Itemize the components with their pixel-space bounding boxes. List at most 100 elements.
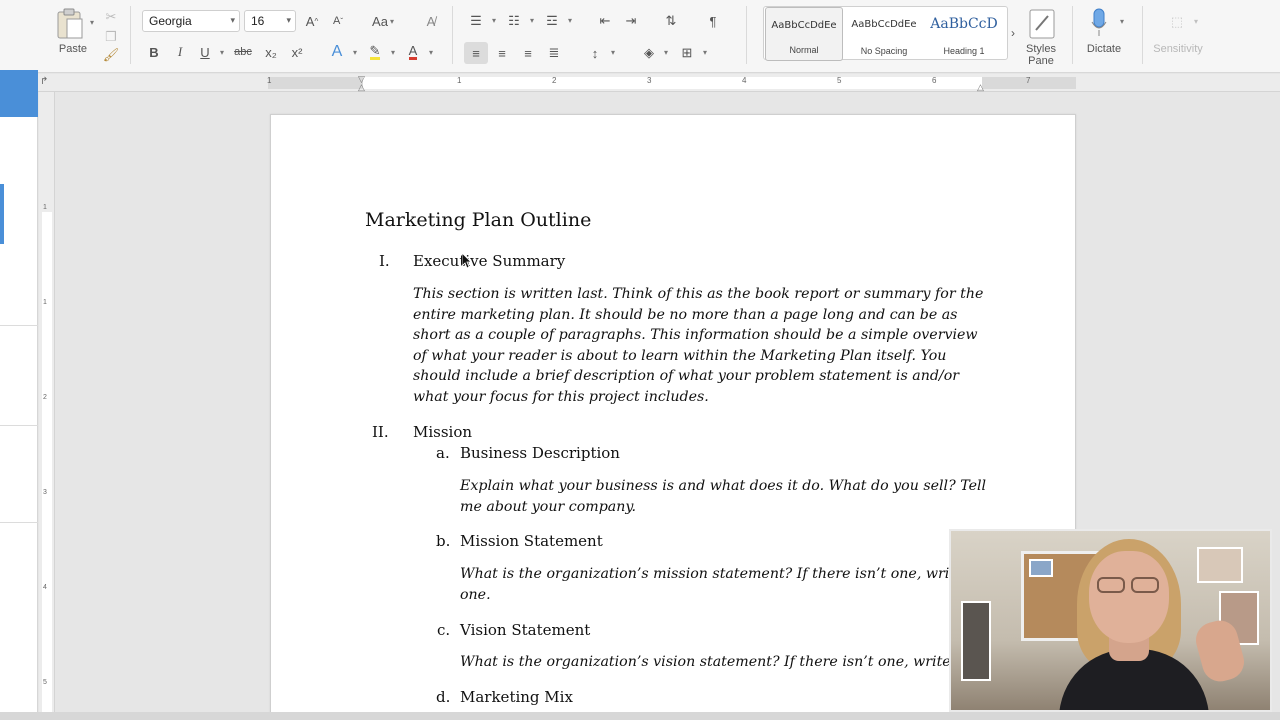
photo <box>1197 547 1243 583</box>
ruler-number: 4 <box>742 76 747 85</box>
chevron-right-icon[interactable]: › <box>1007 24 1019 42</box>
style-preview: AaBbCcDdEe <box>851 19 917 30</box>
chevron-down-icon[interactable]: ▾ <box>568 16 572 25</box>
paste-dropdown-icon[interactable]: ▾ <box>90 18 94 27</box>
left-sidebar <box>0 70 38 720</box>
justify-icon[interactable]: ≣ <box>543 42 565 64</box>
right-indent-marker[interactable]: △ <box>977 82 984 93</box>
bold-button[interactable]: B <box>144 42 164 62</box>
text-effects-icon[interactable]: A <box>326 42 348 62</box>
paragraph-line: This section is written last. Think of t… <box>413 286 984 302</box>
styles-pane-icon[interactable] <box>1026 7 1058 41</box>
sort-icon[interactable]: ⇅ <box>660 11 682 31</box>
person-face <box>1089 551 1169 643</box>
sidebar-selected-block[interactable] <box>0 70 38 117</box>
divider <box>746 6 747 64</box>
decrease-indent-icon[interactable]: ⇤ <box>594 11 616 31</box>
align-center-icon[interactable]: ≡ <box>491 42 513 64</box>
chevron-down-icon[interactable]: ▾ <box>220 48 224 57</box>
change-case-icon[interactable]: Aa ▾ <box>366 11 400 31</box>
font-color-icon[interactable]: A <box>402 42 424 62</box>
align-right-icon[interactable]: ≡ <box>517 42 539 64</box>
borders-icon[interactable]: ⊞ <box>676 42 698 64</box>
font-size-select[interactable]: 16 ▾ <box>244 10 296 32</box>
chevron-down-icon[interactable]: ▾ <box>492 16 496 25</box>
divider <box>1142 6 1143 64</box>
chevron-down-icon[interactable]: ▾ <box>391 48 395 57</box>
chevron-down-icon[interactable]: ▾ <box>530 16 534 25</box>
cut-icon[interactable]: ✂ <box>102 8 120 26</box>
subsection-letter: a. <box>436 444 450 462</box>
divider <box>130 6 131 64</box>
font-name-select[interactable]: Georgia ▾ <box>142 10 240 32</box>
chevron-down-icon[interactable]: ▾ <box>1120 17 1124 26</box>
chevron-down-icon[interactable]: ▾ <box>611 48 615 57</box>
subsection-paragraph: What is the organization’s mission state… <box>460 564 1020 605</box>
word-window: ▾ Paste ✂ ❐ 🖌 Georgia ▾ 16 ▾ A ^ Aˇ Aa ▾ A̸ … <box>0 0 1280 720</box>
chevron-down-icon[interactable]: ▾ <box>429 48 433 57</box>
format-painter-icon[interactable]: 🖌 <box>102 46 120 64</box>
microphone-icon[interactable] <box>1088 7 1110 39</box>
divider <box>1072 6 1073 64</box>
paste-icon[interactable] <box>54 6 86 42</box>
webcam-overlay <box>949 529 1272 712</box>
ruler-number: 7 <box>1026 76 1031 85</box>
highlight-icon[interactable]: ✎ <box>364 42 386 62</box>
bullets-icon[interactable]: ☰ <box>464 11 488 31</box>
line-spacing-icon[interactable]: ↕ <box>584 42 606 64</box>
multilevel-list-icon[interactable]: ☲ <box>540 11 564 31</box>
italic-button[interactable]: I <box>170 42 190 62</box>
chevron-down-icon[interactable]: ▾ <box>703 48 707 57</box>
shading-icon[interactable]: ◈ <box>638 42 660 64</box>
vruler-number: 3 <box>43 489 47 496</box>
mouse-cursor-icon <box>461 252 472 272</box>
ruler-white-area <box>268 77 1076 89</box>
subsection-letter: d. <box>436 688 451 706</box>
vruler-number: 5 <box>43 679 47 686</box>
paragraph-line: short as a couple of paragraphs. This in… <box>413 327 978 344</box>
chevron-down-icon: ▾ <box>230 15 235 25</box>
style-no-spacing[interactable]: AaBbCcDdEe No Spacing <box>845 7 923 61</box>
subsection-paragraph: Explain what your business is and what d… <box>460 476 1020 517</box>
paragraph-line: What is the organization’s vision statem… <box>460 654 964 670</box>
copy-icon[interactable]: ❐ <box>102 28 120 46</box>
shrink-font-icon[interactable]: Aˇ <box>328 11 348 31</box>
section-numeral: II. <box>372 423 389 441</box>
tab-selector-icon[interactable]: ↱ <box>40 76 48 87</box>
grow-font-icon[interactable]: A ^ <box>302 11 322 31</box>
styles-pane-label: Styles Pane <box>1026 43 1056 67</box>
paragraph-line: of what your reader is about to learn wi… <box>413 347 947 364</box>
style-heading-1[interactable]: AaBbCcD Heading 1 <box>925 7 1003 61</box>
subsection-letter: b. <box>436 532 451 550</box>
subsection-heading: Business Description <box>460 444 620 462</box>
status-bar <box>0 712 1280 720</box>
superscript-button[interactable]: x² <box>287 42 307 62</box>
chevron-down-icon[interactable]: ▾ <box>664 48 668 57</box>
paragraph-line: Explain what your business is and what d… <box>460 478 987 494</box>
style-normal[interactable]: AaBbCcDdEe Normal <box>765 7 843 61</box>
document-title: Marketing Plan Outline <box>365 209 592 231</box>
sensitivity-icon[interactable]: ⬚ <box>1164 8 1190 36</box>
show-formatting-icon[interactable]: ¶ <box>702 11 724 31</box>
vruler-number: 1 <box>43 299 47 306</box>
section-heading: Mission <box>413 423 473 441</box>
align-left-icon[interactable]: ≡ <box>464 42 488 64</box>
font-size-value: 16 <box>251 14 265 28</box>
ruler-left-margin <box>268 77 363 89</box>
numbering-icon[interactable]: ☷ <box>502 11 526 31</box>
style-preview: AaBbCcDdEe <box>771 20 837 31</box>
ribbon-toolbar: ▾ Paste ✂ ❐ 🖌 Georgia ▾ 16 ▾ A ^ Aˇ Aa ▾ A̸ … <box>0 0 1280 73</box>
divider <box>0 522 38 523</box>
clear-formatting-icon[interactable]: A̸ <box>420 11 442 31</box>
chevron-down-icon: ▾ <box>1194 17 1199 26</box>
increase-indent-icon[interactable]: ⇥ <box>620 11 642 31</box>
divider <box>0 425 38 426</box>
subscript-button[interactable]: x₂ <box>261 42 281 62</box>
underline-button[interactable]: U <box>195 42 215 62</box>
hanging-indent-marker[interactable]: △ <box>358 82 365 93</box>
chevron-down-icon[interactable]: ▾ <box>353 48 357 57</box>
strikethrough-button[interactable]: abc <box>232 42 254 62</box>
horizontal-ruler[interactable]: ↱ 1 1 2 3 4 5 6 7 ▽ △ △ <box>38 74 1280 92</box>
dictate-label: Dictate <box>1086 43 1122 55</box>
paragraph-line: What is the organization’s mission state… <box>460 566 964 582</box>
